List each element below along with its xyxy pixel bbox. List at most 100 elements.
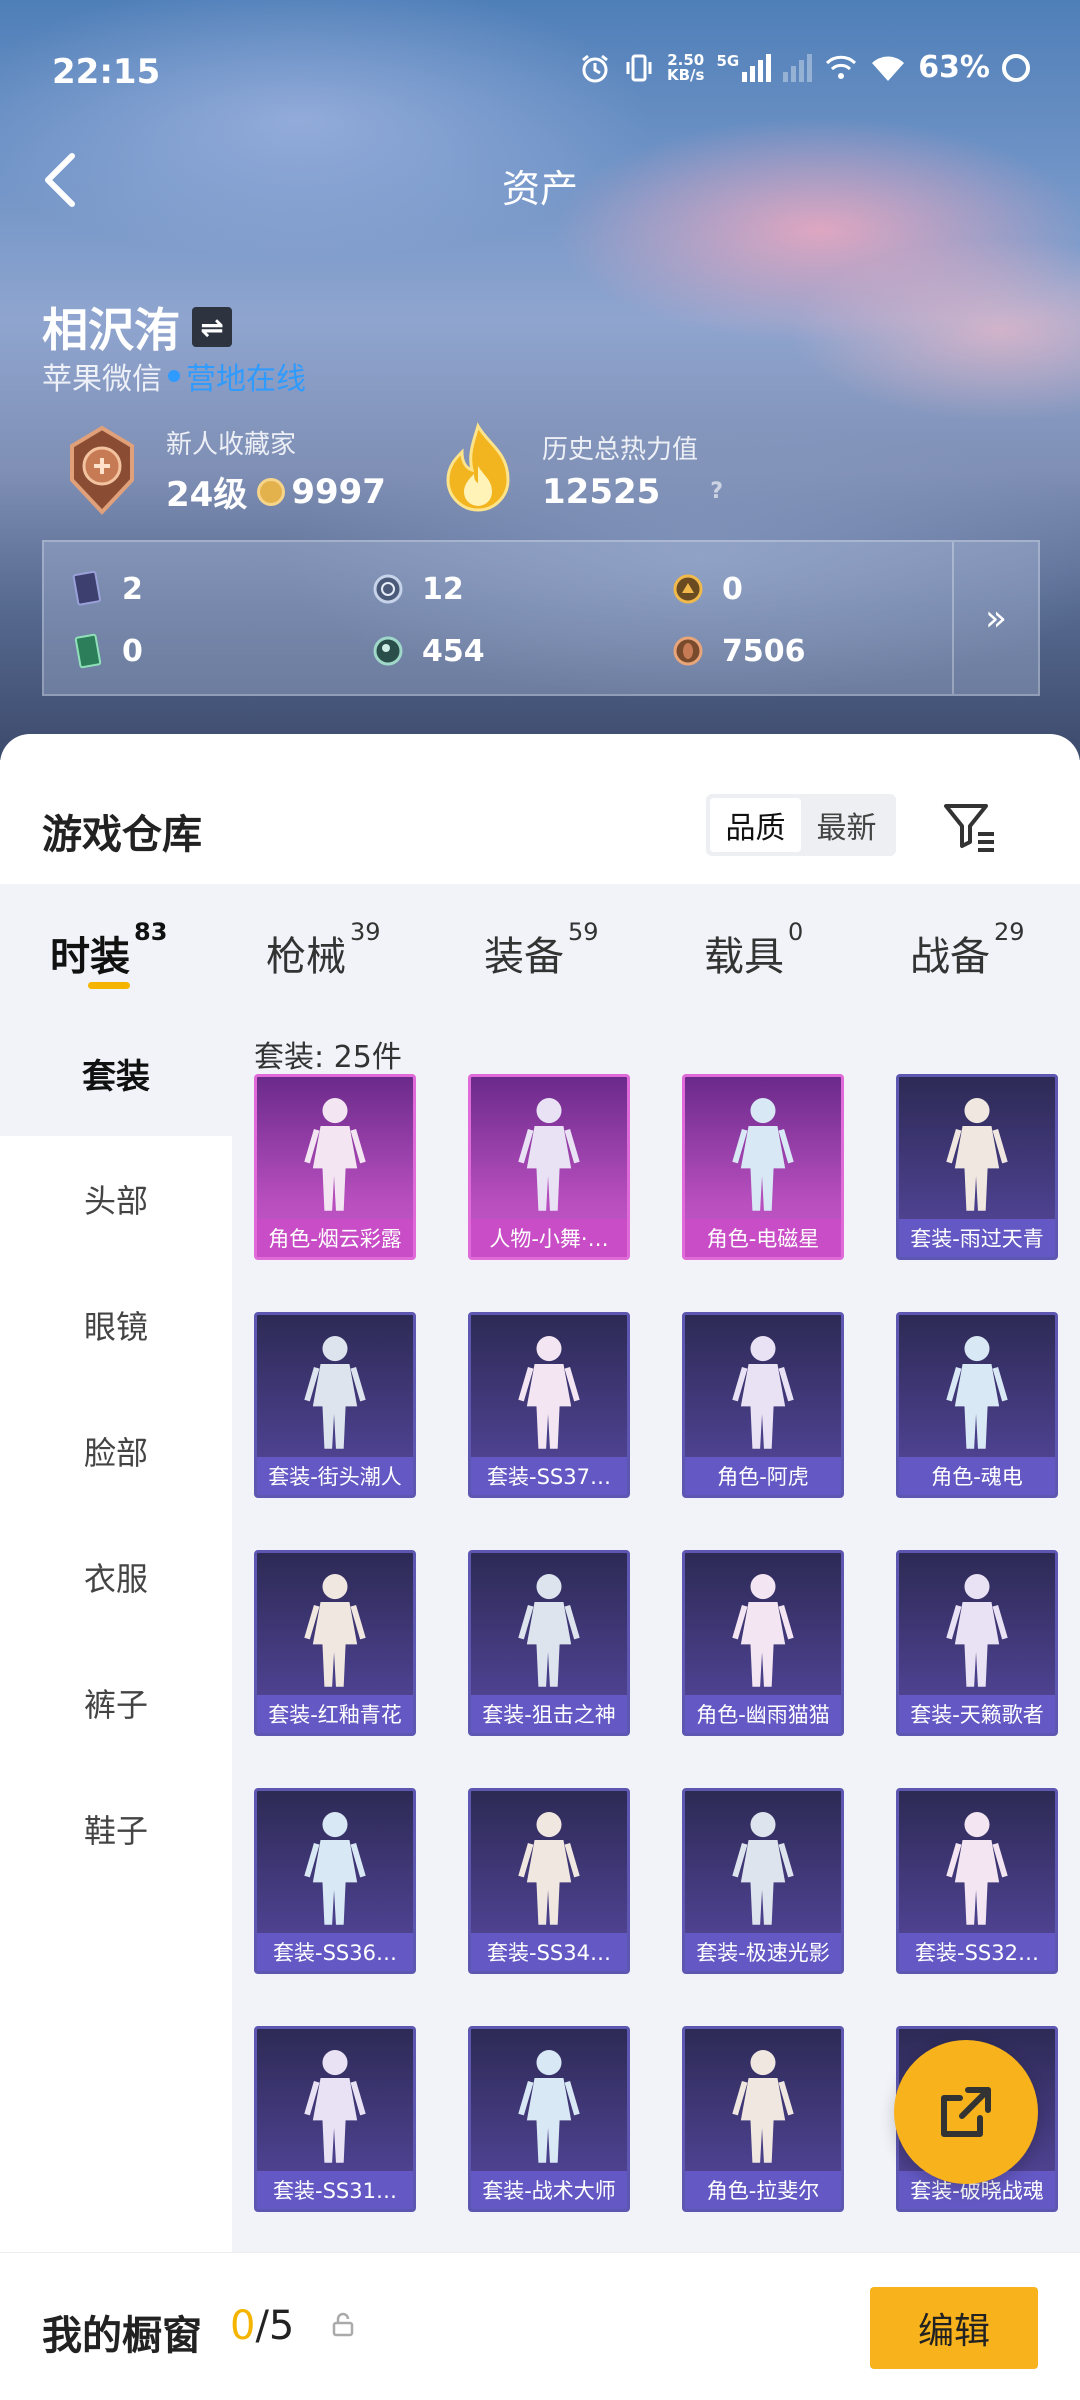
item-label: 套装-SS37… bbox=[471, 1457, 627, 1495]
online-dot-icon bbox=[168, 370, 180, 382]
item-card[interactable]: 角色-烟云彩露 bbox=[254, 1074, 416, 1260]
sidebar-item-glasses[interactable]: 眼镜 bbox=[0, 1262, 232, 1388]
item-label: 角色-幽雨猫猫 bbox=[685, 1695, 841, 1733]
item-card[interactable]: 套装-天籁歌者 bbox=[896, 1550, 1058, 1736]
resources-more-button[interactable]: » bbox=[952, 542, 1038, 694]
resource-item[interactable]: 0 bbox=[672, 558, 952, 620]
outfit-figure-icon bbox=[946, 1336, 1008, 1449]
resource-value: 12 bbox=[422, 571, 464, 607]
showcase-title: 我的橱窗 bbox=[42, 2313, 202, 2359]
silver-coin-icon bbox=[373, 574, 403, 604]
item-label: 套装-街头潮人 bbox=[257, 1457, 413, 1495]
item-card[interactable]: 套装-SS31… bbox=[254, 2026, 416, 2212]
resource-item[interactable]: 0 bbox=[72, 620, 372, 682]
active-tab-indicator bbox=[88, 982, 130, 989]
item-card[interactable]: 套装-SS37… bbox=[468, 1312, 630, 1498]
warehouse-header: 游戏仓库 品质 最新 bbox=[0, 734, 1080, 884]
item-card[interactable]: 角色-幽雨猫猫 bbox=[682, 1550, 844, 1736]
heat-value: 12525 bbox=[542, 471, 661, 512]
outfit-figure-icon bbox=[732, 1336, 794, 1449]
flame-icon bbox=[446, 422, 510, 512]
item-card[interactable]: 角色-拉斐尔 bbox=[682, 2026, 844, 2212]
outfit-figure-icon bbox=[732, 1098, 794, 1211]
swap-account-icon[interactable]: ⇌ bbox=[192, 307, 232, 347]
sort-quality-button[interactable]: 品质 bbox=[710, 798, 801, 852]
outfit-figure-icon bbox=[518, 1336, 580, 1449]
item-card[interactable]: 套装-街头潮人 bbox=[254, 1312, 416, 1498]
edit-button[interactable]: 编辑 bbox=[870, 2287, 1038, 2369]
outfit-figure-icon bbox=[304, 1336, 366, 1449]
collector-level: 24级 bbox=[166, 475, 248, 515]
warehouse-title: 游戏仓库 bbox=[42, 812, 202, 858]
resource-item[interactable]: 12 bbox=[372, 558, 672, 620]
outfit-figure-icon bbox=[518, 1574, 580, 1687]
outfit-figure-icon bbox=[946, 1574, 1008, 1687]
filter-icon[interactable] bbox=[940, 796, 1000, 856]
resource-grid: 2 12 0 0 454 7506 bbox=[72, 558, 952, 682]
item-count-label: 套装: 25件 bbox=[254, 1040, 402, 1075]
item-card[interactable]: 角色-阿虎 bbox=[682, 1312, 844, 1498]
sort-newest-button[interactable]: 最新 bbox=[801, 798, 892, 852]
item-card[interactable]: 套装-SS32… bbox=[896, 1788, 1058, 1974]
item-card[interactable]: 套装-雨过天青 bbox=[896, 1074, 1058, 1260]
resource-value: 0 bbox=[722, 571, 743, 607]
item-label: 套装-SS32… bbox=[899, 1933, 1055, 1971]
item-label: 套装-SS36… bbox=[257, 1933, 413, 1971]
item-card[interactable]: 人物-小舞·… bbox=[468, 1074, 630, 1260]
item-label: 套装-极速光影 bbox=[685, 1933, 841, 1971]
help-icon[interactable]: ? bbox=[710, 479, 723, 504]
alarm-icon bbox=[582, 54, 608, 82]
outfit-figure-icon bbox=[732, 1812, 794, 1925]
tab-vehicles[interactable]: 载具0 bbox=[704, 918, 803, 982]
user-name-row[interactable]: 相沢洧 ⇌ bbox=[42, 294, 232, 360]
item-label: 套装-天籁歌者 bbox=[899, 1695, 1055, 1733]
platform-label: 苹果微信 bbox=[42, 362, 162, 397]
sidebar-item-shoes[interactable]: 鞋子 bbox=[0, 1766, 232, 1892]
outfit-figure-icon bbox=[946, 1812, 1008, 1925]
card-icon bbox=[72, 571, 101, 606]
lock-icon bbox=[332, 2312, 354, 2337]
share-button[interactable] bbox=[894, 2040, 1038, 2184]
outfit-figure-icon bbox=[304, 1098, 366, 1211]
status-time: 22:15 bbox=[52, 52, 161, 92]
external-link-icon bbox=[941, 2087, 991, 2137]
item-card[interactable]: 套装-红釉青花 bbox=[254, 1550, 416, 1736]
item-label: 套装-SS31… bbox=[257, 2171, 413, 2209]
outfit-figure-icon bbox=[304, 1812, 366, 1925]
heat-badge[interactable]: 历史总热力值 12525 ? bbox=[436, 420, 723, 520]
user-name: 相沢洧 bbox=[42, 303, 180, 357]
sidebar-item-face[interactable]: 脸部 bbox=[0, 1388, 232, 1514]
item-label: 套装-雨过天青 bbox=[899, 1219, 1055, 1257]
resource-panel: 2 12 0 0 454 7506 » bbox=[42, 540, 1040, 696]
collector-title: 新人收藏家 bbox=[166, 430, 297, 460]
resource-item[interactable]: 454 bbox=[372, 620, 672, 682]
sidebar-item-clothes[interactable]: 衣服 bbox=[0, 1514, 232, 1640]
item-card[interactable]: 角色-电磁星 bbox=[682, 1074, 844, 1260]
item-label: 角色-魂电 bbox=[899, 1457, 1055, 1495]
item-label: 人物-小舞·… bbox=[471, 1219, 627, 1257]
item-card[interactable]: 套装-狙击之神 bbox=[468, 1550, 630, 1736]
net-speed: 2.50 KB/s bbox=[666, 50, 705, 84]
item-card[interactable]: 套装-战术大师 bbox=[468, 2026, 630, 2212]
item-card[interactable]: 套装-极速光影 bbox=[682, 1788, 844, 1974]
resource-item[interactable]: 2 bbox=[72, 558, 372, 620]
tab-guns[interactable]: 枪械39 bbox=[266, 918, 381, 982]
resource-value: 7506 bbox=[722, 633, 806, 669]
tab-equipment[interactable]: 装备59 bbox=[484, 918, 599, 982]
outfit-figure-icon bbox=[518, 1812, 580, 1925]
item-card[interactable]: 套装-SS36… bbox=[254, 1788, 416, 1974]
sidebar-item-pants[interactable]: 裤子 bbox=[0, 1640, 232, 1766]
resource-item[interactable]: 7506 bbox=[672, 620, 952, 682]
tab-gear[interactable]: 战备29 bbox=[910, 918, 1025, 982]
outfit-figure-icon bbox=[946, 1098, 1008, 1211]
sidebar-item-head[interactable]: 头部 bbox=[0, 1136, 232, 1262]
sidebar-item-outfit[interactable]: 套装 bbox=[0, 1010, 232, 1136]
collector-badge[interactable]: 新人收藏家 24级 9997 bbox=[60, 420, 386, 520]
item-card[interactable]: 角色-魂电 bbox=[896, 1312, 1058, 1498]
outfit-figure-icon bbox=[518, 1098, 580, 1211]
tab-fashion[interactable]: 时装83 bbox=[50, 918, 167, 982]
green-ticket-icon bbox=[74, 633, 102, 669]
bronze-coin-icon bbox=[673, 636, 703, 666]
item-card[interactable]: 套装-SS34… bbox=[468, 1788, 630, 1974]
resource-value: 454 bbox=[422, 633, 485, 669]
